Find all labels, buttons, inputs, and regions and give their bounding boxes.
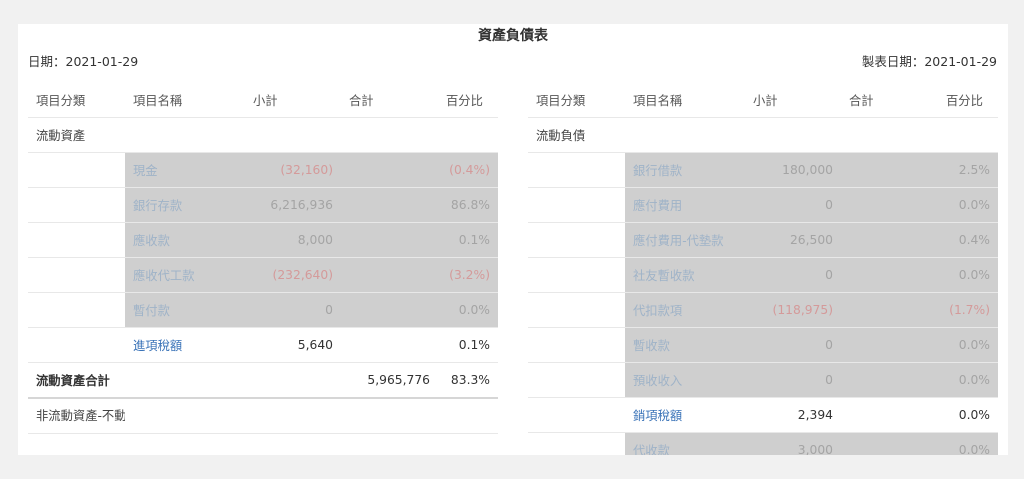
table-row: 預收收入 0 0.0%	[528, 362, 998, 398]
item-link[interactable]: 社友暫收款	[625, 257, 745, 293]
percent-cell: 0.0%	[938, 362, 998, 398]
item-link[interactable]: 代收款	[625, 432, 745, 455]
percent-cell: 0.1%	[438, 327, 498, 363]
col-item: 項目名稱	[125, 83, 245, 118]
table-row: 銀行借款 180,000 2.5%	[528, 152, 998, 188]
subtotal-cell: 3,000	[745, 432, 841, 455]
col-total: 合計	[341, 83, 438, 118]
item-link[interactable]: 暫付款	[125, 292, 245, 328]
liabilities-header-row: 項目分類 項目名稱 小計 合計 百分比	[528, 83, 998, 118]
table-row: 社友暫收款 0 0.0%	[528, 257, 998, 293]
section-current-liabilities: 流動負債	[528, 117, 625, 153]
table-row: 應付費用-代墊款 26,500 0.4%	[528, 222, 998, 258]
table-row: 進項稅額 5,640 0.1%	[28, 327, 498, 363]
summary-total: 5,965,776	[341, 362, 438, 399]
section-current-assets: 流動資產	[28, 117, 125, 153]
section-row: 流動資產	[28, 117, 498, 153]
subtotal-cell: 0	[745, 327, 841, 363]
percent-cell: 0.0%	[938, 432, 998, 455]
table-row: 應付費用 0 0.0%	[528, 187, 998, 223]
summary-percent: 83.3%	[438, 362, 498, 399]
subtotal-cell: 180,000	[745, 152, 841, 188]
report-date: 日期：2021-01-29	[28, 54, 139, 69]
summary-label: 流動資產合計	[28, 362, 245, 399]
subtotal-cell: 26,500	[745, 222, 841, 258]
item-link[interactable]: 銷項稅額	[625, 397, 745, 433]
item-link[interactable]: 預收收入	[625, 362, 745, 398]
table-row: 銀行存款 6,216,936 86.8%	[28, 187, 498, 223]
item-link[interactable]: 應收代工款	[125, 257, 245, 293]
percent-cell: (3.2%)	[438, 257, 498, 293]
made-date: 製表日期：2021-01-29	[861, 54, 997, 69]
subtotal-cell: 8,000	[245, 222, 341, 258]
col-category: 項目分類	[28, 83, 125, 118]
col-total: 合計	[841, 83, 938, 118]
table-row: 銷項稅額 2,394 0.0%	[528, 397, 998, 433]
subtotal-cell: 0	[245, 292, 341, 328]
item-link[interactable]: 應付費用-代墊款	[625, 222, 745, 258]
table-row: 代扣款項 (118,975) (1.7%)	[528, 292, 998, 328]
item-link[interactable]: 代扣款項	[625, 292, 745, 328]
percent-cell: 2.5%	[938, 152, 998, 188]
subtotal-cell: (232,640)	[245, 257, 341, 293]
table-row: 應收代工款 (232,640) (3.2%)	[28, 257, 498, 293]
table-row: 代收款 3,000 0.0%	[528, 432, 998, 455]
item-link[interactable]: 現金	[125, 152, 245, 188]
col-percent: 百分比	[938, 83, 998, 118]
balance-sheet-card: 資產負債表 日期：2021-01-29 製表日期：2021-01-29 項目分類…	[18, 24, 1008, 455]
subtotal-cell: 6,216,936	[245, 187, 341, 223]
table-row: 暫收款 0 0.0%	[528, 327, 998, 363]
percent-cell: 0.0%	[438, 292, 498, 328]
table-row: 應收款 8,000 0.1%	[28, 222, 498, 258]
summary-row: 流動資產合計 5,965,776 83.3%	[28, 362, 498, 399]
item-link[interactable]: 應付費用	[625, 187, 745, 223]
percent-cell: (1.7%)	[938, 292, 998, 328]
section-row: 流動負債	[528, 117, 998, 153]
percent-cell: 0.0%	[938, 397, 998, 433]
col-percent: 百分比	[438, 83, 498, 118]
assets-table: 項目分類 項目名稱 小計 合計 百分比 流動資產 現金 (32,160) (0.…	[28, 83, 498, 434]
item-link[interactable]: 銀行借款	[625, 152, 745, 188]
subtotal-cell: 0	[745, 187, 841, 223]
item-link[interactable]: 銀行存款	[125, 187, 245, 223]
percent-cell: 0.0%	[938, 327, 998, 363]
col-item: 項目名稱	[625, 83, 745, 118]
section-row: 非流動資產-不動產、廠房、設備	[28, 398, 498, 434]
subtotal-cell: (118,975)	[745, 292, 841, 328]
subtotal-cell: (32,160)	[245, 152, 341, 188]
percent-cell: 0.1%	[438, 222, 498, 258]
col-subtotal: 小計	[745, 83, 841, 118]
section-noncurrent-assets: 非流動資產-不動產、廠房、設備	[28, 398, 125, 434]
percent-cell: 86.8%	[438, 187, 498, 223]
item-link[interactable]: 應收款	[125, 222, 245, 258]
item-link[interactable]: 進項稅額	[125, 327, 245, 363]
percent-cell: 0.0%	[938, 257, 998, 293]
percent-cell: 0.4%	[938, 222, 998, 258]
page-title: 資產負債表	[478, 28, 548, 44]
subtotal-cell: 0	[745, 362, 841, 398]
col-subtotal: 小計	[245, 83, 341, 118]
percent-cell: (0.4%)	[438, 152, 498, 188]
subtotal-cell: 5,640	[245, 327, 341, 363]
assets-header-row: 項目分類 項目名稱 小計 合計 百分比	[28, 83, 498, 118]
table-row: 現金 (32,160) (0.4%)	[28, 152, 498, 188]
subtotal-cell: 2,394	[745, 397, 841, 433]
table-row: 暫付款 0 0.0%	[28, 292, 498, 328]
liabilities-table: 項目分類 項目名稱 小計 合計 百分比 流動負債 銀行借款 180,000 2.…	[528, 83, 998, 455]
percent-cell: 0.0%	[938, 187, 998, 223]
subtotal-cell: 0	[745, 257, 841, 293]
col-category: 項目分類	[528, 83, 625, 118]
item-link[interactable]: 暫收款	[625, 327, 745, 363]
